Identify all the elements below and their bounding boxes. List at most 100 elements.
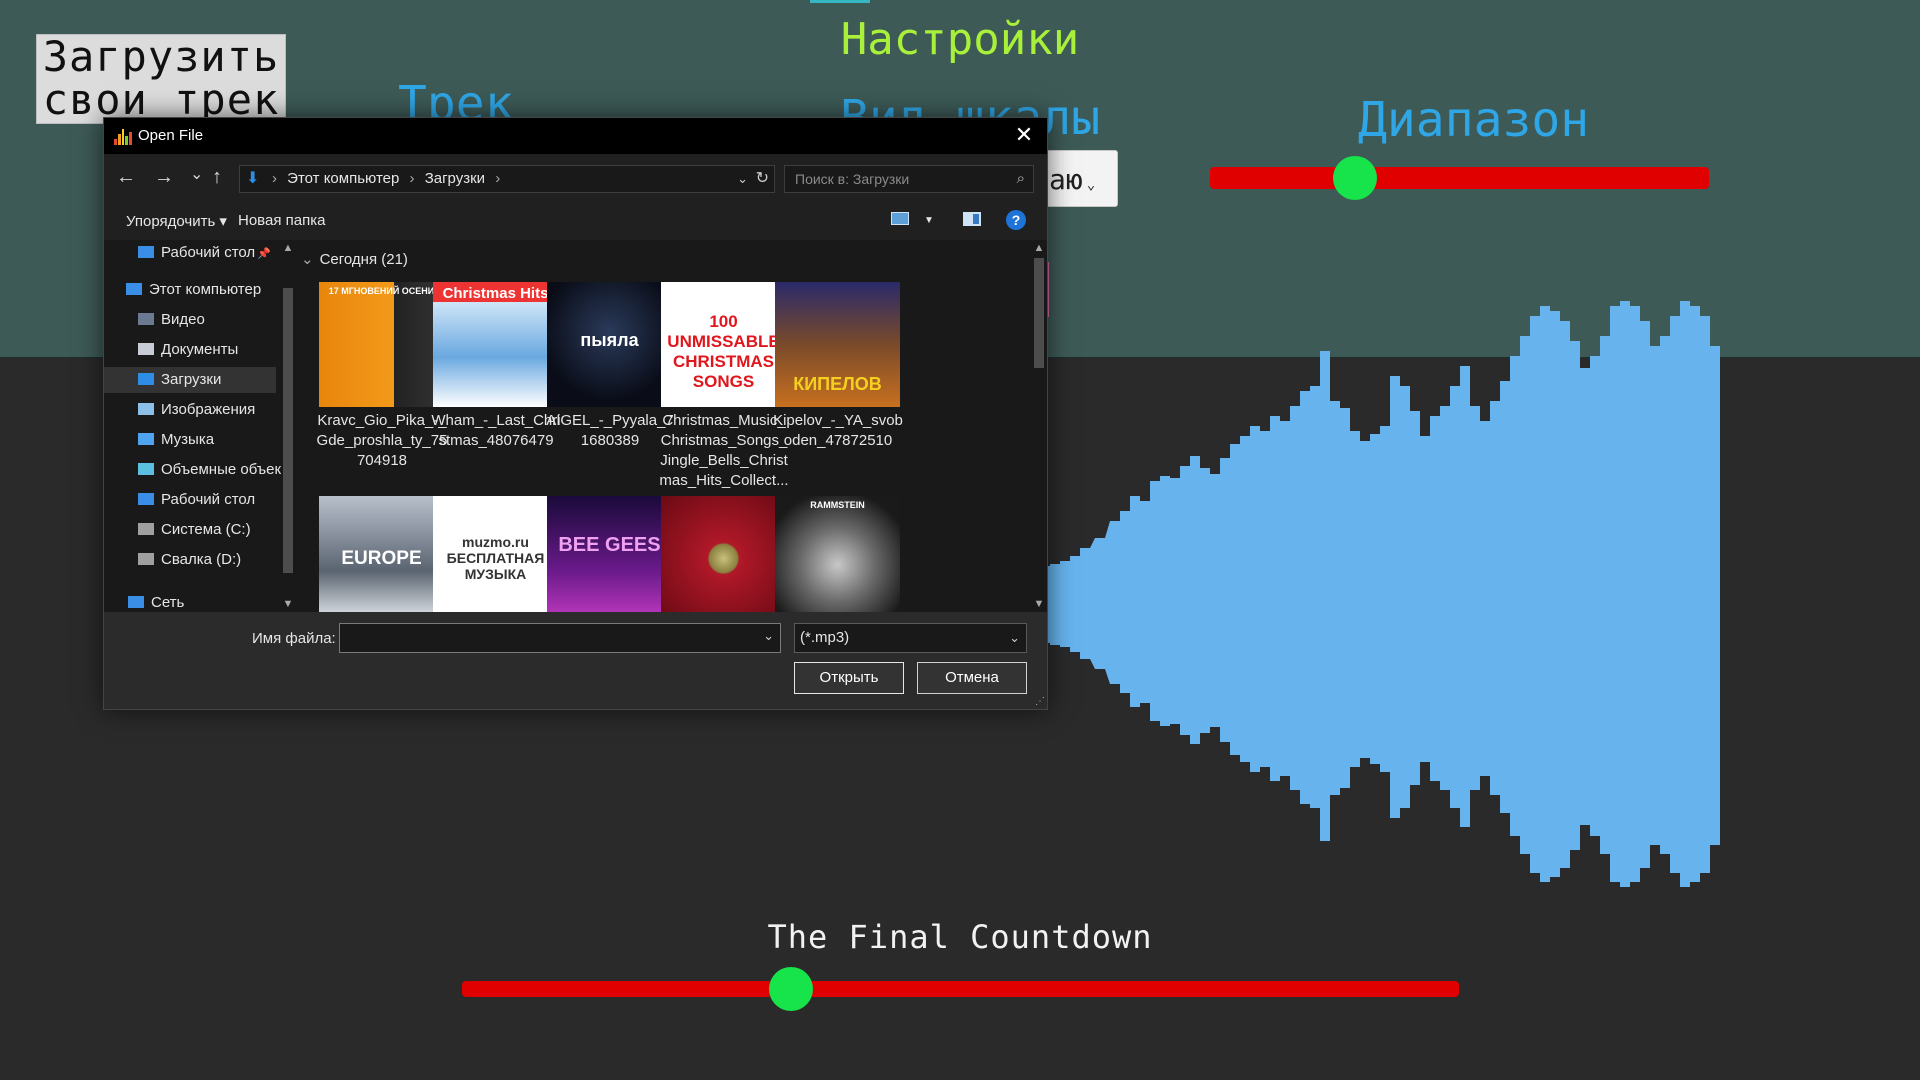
file-type-value: (*.mp3) <box>800 629 850 646</box>
filename-input[interactable]: ⌄ <box>339 623 781 653</box>
album-cover-thumbnail: пыяла <box>547 282 672 407</box>
dialog-titlebar[interactable]: Open File ✕ <box>104 118 1047 154</box>
sidebar-item[interactable]: Рабочий стол <box>138 487 255 513</box>
breadcrumb-downloads[interactable]: Загрузки <box>425 170 485 187</box>
chevron-down-icon[interactable]: ⌄ <box>737 166 748 192</box>
file-item[interactable]: RAMMSTEIN <box>775 496 903 612</box>
forward-arrow-icon[interactable]: → <box>154 166 174 189</box>
navigation-bar: ← → ⌄ ↑ ⬇ › Этот компьютер › Загрузки › … <box>104 154 1047 202</box>
file-list-scrollbar[interactable]: ▲ ▼ <box>1031 240 1047 612</box>
images-icon <box>138 403 154 415</box>
album-cover-thumbnail: RAMMSTEIN <box>775 496 900 612</box>
resize-grip-icon[interactable]: ⋰ <box>1035 696 1045 707</box>
sidebar-item-label: Загрузки <box>161 371 222 388</box>
search-input[interactable]: Поиск в: Загрузки ⌕ <box>784 165 1034 193</box>
sidebar-item-label: Система (C:) <box>161 521 251 538</box>
sidebar-item[interactable]: Объемные объекты <box>138 457 286 483</box>
dialog-footer: Имя файла: ⌄ (*.mp3) ⌄ Открыть Отмена ⋰ <box>104 612 1047 709</box>
sidebar-item[interactable]: Свалка (D:) <box>138 547 241 573</box>
sidebar-item[interactable]: Система (C:) <box>138 517 251 543</box>
view-options-icon[interactable] <box>891 212 909 225</box>
sidebar-item-label: Рабочий стол <box>161 244 256 261</box>
chevron-down-icon: ⌄ <box>1009 630 1020 645</box>
breadcrumb: › Этот компьютер › Загрузки › <box>266 166 506 192</box>
sidebar-item[interactable]: Изображения <box>138 397 255 423</box>
open-button[interactable]: Открыть <box>794 662 904 694</box>
drive-icon <box>138 553 154 565</box>
file-name: Kipelov_-_YA_svoboden_47872510 <box>773 412 903 449</box>
filename-label: Имя файла: <box>252 630 336 647</box>
breadcrumb-separator: › <box>495 170 501 187</box>
open-file-dialog: Open File ✕ ← → ⌄ ↑ ⬇ › Этот компьютер ›… <box>103 117 1048 710</box>
scroll-up-arrow-icon[interactable]: ▲ <box>281 242 295 254</box>
view-dropdown-icon[interactable]: ▼ <box>924 215 934 226</box>
sidebar-item[interactable]: Рабочий стол 📌 <box>138 240 271 266</box>
back-arrow-icon[interactable]: ← <box>116 166 136 189</box>
sidebar-item[interactable]: Этот компьютер <box>126 277 261 303</box>
scroll-down-arrow-icon[interactable]: ▼ <box>281 598 295 610</box>
sidebar-item-label: Сеть <box>151 594 185 611</box>
chevron-down-icon[interactable]: ⌄ <box>763 628 774 644</box>
file-name: AIGEL_-_Pyyala_71680389 <box>546 412 674 449</box>
sidebar-item-label: Видео <box>161 311 205 328</box>
sidebar-item[interactable]: Видео <box>138 307 205 333</box>
album-cover-thumbnail: КИПЕЛОВ <box>775 282 900 407</box>
file-item[interactable]: КИПЕЛОВ Kipelov_-_YA_svoboden_47872510 <box>773 282 903 451</box>
seek-slider-handle[interactable] <box>769 967 813 1011</box>
thumbnail-caption: BEE GEES <box>558 534 661 556</box>
thumbnail-caption: muzmo.ru БЕСПЛАТНАЯ МУЗЫКА <box>446 534 545 582</box>
dialog-toolbar: Упорядочить ▾ Новая папка ▼ ? <box>104 202 1047 240</box>
file-item[interactable]: 100 UNMISSABLE CHRISTMAS SONGS Christmas_… <box>659 282 789 491</box>
help-icon[interactable]: ? <box>1006 210 1026 230</box>
address-bar[interactable]: ⬇ › Этот компьютер › Загрузки › ⌄ ↻ <box>239 165 775 193</box>
album-cover-thumbnail: EUROPE <box>319 496 444 612</box>
breadcrumb-this-pc[interactable]: Этот компьютер <box>287 170 399 187</box>
cancel-button[interactable]: Отмена <box>917 662 1027 694</box>
file-item[interactable]: muzmo.ru БЕСПЛАТНАЯ МУЗЫКА <box>433 496 561 612</box>
thumbnail-caption: 17 МГНОВЕНИЙ ОСЕНИ <box>328 286 435 296</box>
album-cover-thumbnail: Christmas Hits <box>433 282 558 407</box>
scroll-down-arrow-icon[interactable]: ▼ <box>1032 598 1046 610</box>
recent-locations-icon[interactable]: ⌄ <box>190 164 203 184</box>
thumbnail-caption: пыяла <box>580 330 639 350</box>
sidebar-item-label: Изображения <box>161 401 256 418</box>
chevron-down-icon: ⌄ <box>301 251 314 268</box>
file-item[interactable]: EUROPE <box>319 496 447 612</box>
scroll-up-arrow-icon[interactable]: ▲ <box>1032 242 1046 254</box>
album-cover-thumbnail: 17 МГНОВЕНИЙ ОСЕНИ <box>319 282 444 407</box>
preview-pane-icon[interactable] <box>963 212 981 226</box>
sidebar-item[interactable]: Музыка <box>138 427 214 453</box>
desktop-icon <box>138 493 154 505</box>
search-placeholder: Поиск в: Загрузки <box>795 171 910 187</box>
navigation-pane-scroll-thumb[interactable] <box>283 288 293 573</box>
track-title: The Final Countdown <box>767 918 1153 956</box>
file-item[interactable]: BEE GEES <box>547 496 675 612</box>
navigation-pane: Рабочий стол 📌 Этот компьютер Видео Документ… <box>104 240 286 612</box>
sidebar-item[interactable]: Сеть <box>128 590 184 612</box>
close-icon[interactable]: ✕ <box>1001 118 1047 154</box>
sidebar-item[interactable]: Загрузки <box>104 367 276 393</box>
file-item[interactable]: 17 МГНОВЕНИЙ ОСЕНИ Kravc_Gio_Pika_-_Gde_p… <box>317 282 447 471</box>
file-list: ⌄ Сегодня (21) 17 МГНОВЕНИЙ ОСЕНИ Kravc_Gi… <box>295 240 1031 612</box>
search-icon: ⌕ <box>1016 170 1025 187</box>
refresh-icon[interactable]: ↻ <box>756 166 769 192</box>
organize-menu[interactable]: Упорядочить ▾ <box>126 212 227 230</box>
group-header[interactable]: ⌄ Сегодня (21) <box>301 250 408 268</box>
file-type-select[interactable]: (*.mp3) ⌄ <box>794 623 1027 653</box>
navigation-pane-scrollbar[interactable]: ▲ ▼ <box>281 240 295 612</box>
new-folder-button[interactable]: Новая папка <box>238 212 325 229</box>
sidebar-item-label: Рабочий стол <box>161 491 256 508</box>
music-icon <box>138 433 154 445</box>
up-arrow-icon[interactable]: ↑ <box>212 166 222 189</box>
sidebar-item-label: Документы <box>161 341 239 358</box>
equalizer-app-icon <box>114 129 132 145</box>
sidebar-item[interactable]: Документы <box>138 337 238 363</box>
file-item[interactable] <box>661 496 789 612</box>
seek-slider-track[interactable] <box>462 981 1459 997</box>
file-item[interactable]: Christmas Hits Wham_-_Last_Christmas_4807… <box>431 282 561 451</box>
file-list-scroll-thumb[interactable] <box>1034 258 1044 368</box>
network-icon <box>128 596 144 608</box>
file-name: Wham_-_Last_Christmas_48076479 <box>431 412 561 449</box>
file-item[interactable]: пыяла AIGEL_-_Pyyala_71680389 <box>546 282 675 451</box>
thumbnail-caption: EUROPE <box>341 548 422 569</box>
